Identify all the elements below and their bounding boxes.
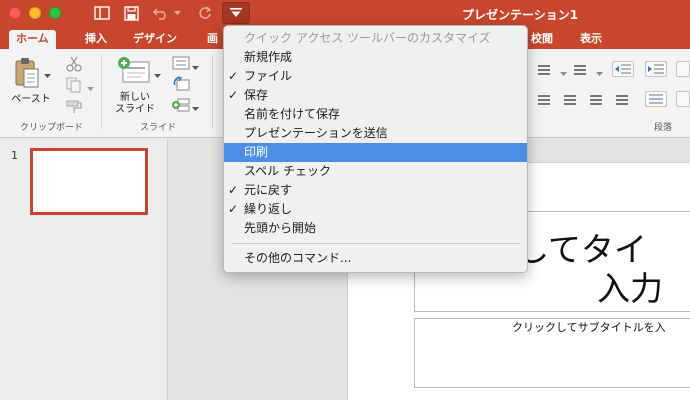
slide-thumbnail[interactable] [30, 148, 148, 215]
checkmark-icon: ✓ [228, 202, 239, 216]
new-slide-label-line2: スライド [115, 104, 155, 115]
menu-item-label: 先頭から開始 [244, 221, 317, 235]
window-title: プレゼンテーション1 [461, 8, 579, 22]
checkmark-icon: ✓ [228, 88, 239, 102]
slide-number: 1 [11, 149, 18, 162]
ribbon-divider [101, 55, 102, 129]
copy-icon[interactable] [66, 77, 82, 96]
line-spacing-button[interactable] [676, 91, 690, 107]
format-painter-icon[interactable] [66, 99, 82, 118]
new-slide-icon[interactable] [117, 56, 151, 89]
new-slide-label-line1: 新しい [120, 92, 150, 103]
align-right-icon[interactable] [590, 95, 602, 105]
tab-design[interactable]: デザイン [126, 30, 184, 49]
group-label-slides: スライド [140, 123, 177, 133]
menu-item-label: 名前を付けて保存 [244, 107, 341, 121]
tab-transitions[interactable]: 画面 [200, 30, 224, 49]
menu-item-label: プレゼンテーションを送信 [244, 126, 388, 140]
menu-item-label: ファイル [244, 69, 293, 83]
menu-item-new[interactable]: 新規作成 [224, 48, 527, 67]
title-bar: プレゼンテーション1 [0, 0, 690, 27]
new-slide-label[interactable]: 新しい スライド [111, 92, 159, 116]
menu-item-label: 新規作成 [244, 50, 293, 64]
group-label-clipboard: クリップボード [20, 123, 84, 133]
menu-item-label: 元に戻す [244, 183, 293, 197]
align-center-icon[interactable] [564, 95, 576, 105]
multilevel-dropdown-icon[interactable] [596, 67, 603, 80]
text-direction-button[interactable] [676, 61, 690, 77]
menu-item-label: その他のコマンド... [244, 251, 352, 265]
minimize-window-button[interactable] [29, 7, 41, 19]
decrease-indent-button[interactable] [612, 61, 634, 77]
sidebar-toggle-icon[interactable] [93, 4, 111, 22]
checkmark-icon: ✓ [228, 69, 239, 83]
slide-thumbnail-pane: 1 [0, 139, 168, 400]
increase-indent-icon [648, 64, 664, 74]
maximize-window-button[interactable] [49, 7, 61, 19]
multilevel-list-icon[interactable] [574, 65, 586, 75]
increase-indent-button[interactable] [645, 61, 667, 77]
section-dropdown-icon[interactable] [192, 102, 199, 115]
paste-label[interactable]: ペースト [8, 94, 54, 106]
checkmark-icon: ✓ [228, 183, 239, 197]
subtitle-placeholder[interactable]: クリックしてサブタイトルを入 [414, 318, 690, 388]
copy-dropdown-icon[interactable] [87, 82, 94, 95]
redo-icon[interactable] [196, 4, 214, 22]
menu-header: クイック アクセス ツールバーのカスタマイズ [244, 31, 491, 45]
cut-icon[interactable] [66, 56, 82, 75]
menu-item-start-from-beginning[interactable]: 先頭から開始 [224, 219, 527, 238]
menu-item-label: 繰り返し [244, 202, 293, 216]
menu-item-print[interactable]: 印刷 [224, 143, 527, 162]
undo-icon[interactable] [152, 4, 170, 22]
menu-item-save-as[interactable]: 名前を付けて保存 [224, 105, 527, 124]
group-label-paragraph: 段落 [654, 123, 673, 133]
menu-item-more-commands[interactable]: その他のコマンド... [224, 249, 527, 268]
menu-item-send-presentation[interactable]: プレゼンテーションを送信 [224, 124, 527, 143]
tab-home[interactable]: ホーム [9, 30, 56, 49]
menu-item-save[interactable]: ✓ 保存 [224, 86, 527, 105]
numbering-icon[interactable] [538, 65, 550, 75]
undo-dropdown-icon[interactable] [172, 4, 182, 22]
close-window-button[interactable] [9, 7, 21, 19]
decrease-indent-icon [615, 64, 631, 74]
new-slide-dropdown-icon[interactable] [154, 69, 161, 82]
chevron-down-icon [230, 8, 242, 17]
save-icon[interactable] [122, 4, 140, 22]
menu-item-label: 印刷 [244, 145, 269, 159]
tab-view[interactable]: 表示 [573, 30, 609, 49]
menu-item-label: スペル チェック [244, 164, 331, 178]
ribbon-divider [212, 55, 213, 129]
numbering-dropdown-icon[interactable] [560, 67, 567, 80]
subtitle-placeholder-text: クリックしてサブタイトルを入 [512, 321, 666, 334]
menu-item-undo[interactable]: ✓ 元に戻す [224, 181, 527, 200]
paste-dropdown-icon[interactable] [44, 69, 51, 82]
distributed-icon [649, 94, 663, 104]
paste-icon[interactable] [14, 57, 40, 92]
quick-access-customize-menu: クイック アクセス ツールバーのカスタマイズ 新規作成 ✓ ファイル ✓ 保存 … [223, 25, 528, 273]
menu-item-spell-check[interactable]: スペル チェック [224, 162, 527, 181]
distributed-button[interactable] [645, 91, 667, 107]
align-left-icon[interactable] [538, 95, 550, 105]
layout-dropdown-icon[interactable] [192, 61, 199, 74]
justify-icon[interactable] [616, 95, 628, 105]
tab-review[interactable]: 校閲 [524, 30, 560, 49]
title-placeholder-text-line2: 入力 [597, 269, 663, 308]
layout-icon[interactable] [172, 56, 190, 73]
reset-slide-icon[interactable] [172, 76, 190, 95]
section-icon[interactable] [172, 97, 190, 116]
menu-item-file[interactable]: ✓ ファイル [224, 67, 527, 86]
tab-insert[interactable]: 挿入 [78, 30, 114, 49]
menu-item-redo[interactable]: ✓ 繰り返し [224, 200, 527, 219]
menu-item-label: 保存 [244, 88, 269, 102]
customize-quick-access-button[interactable] [222, 2, 250, 24]
menu-separator [232, 243, 520, 244]
